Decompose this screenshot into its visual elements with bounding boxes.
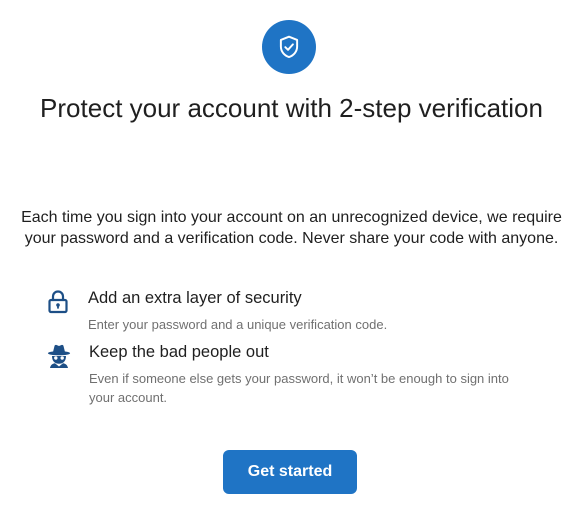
spy-icon	[44, 342, 74, 370]
shield-check-icon	[279, 35, 299, 59]
intro-description: Each time you sign into your account on …	[21, 209, 562, 247]
feature-protection-subtext: Even if someone else gets your password,…	[89, 371, 509, 405]
page-title: Protect your account with 2-step verific…	[40, 93, 543, 123]
feature-security-heading: Add an extra layer of security	[88, 289, 302, 307]
two-step-verification-page: Protect your account with 2-step verific…	[0, 0, 583, 523]
feature-protection-heading: Keep the bad people out	[89, 343, 269, 361]
get-started-button[interactable]: Get started	[223, 450, 357, 494]
padlock-icon	[45, 288, 71, 314]
shield-check-badge	[262, 20, 316, 74]
feature-security-subtext: Enter your password and a unique verific…	[88, 317, 388, 332]
